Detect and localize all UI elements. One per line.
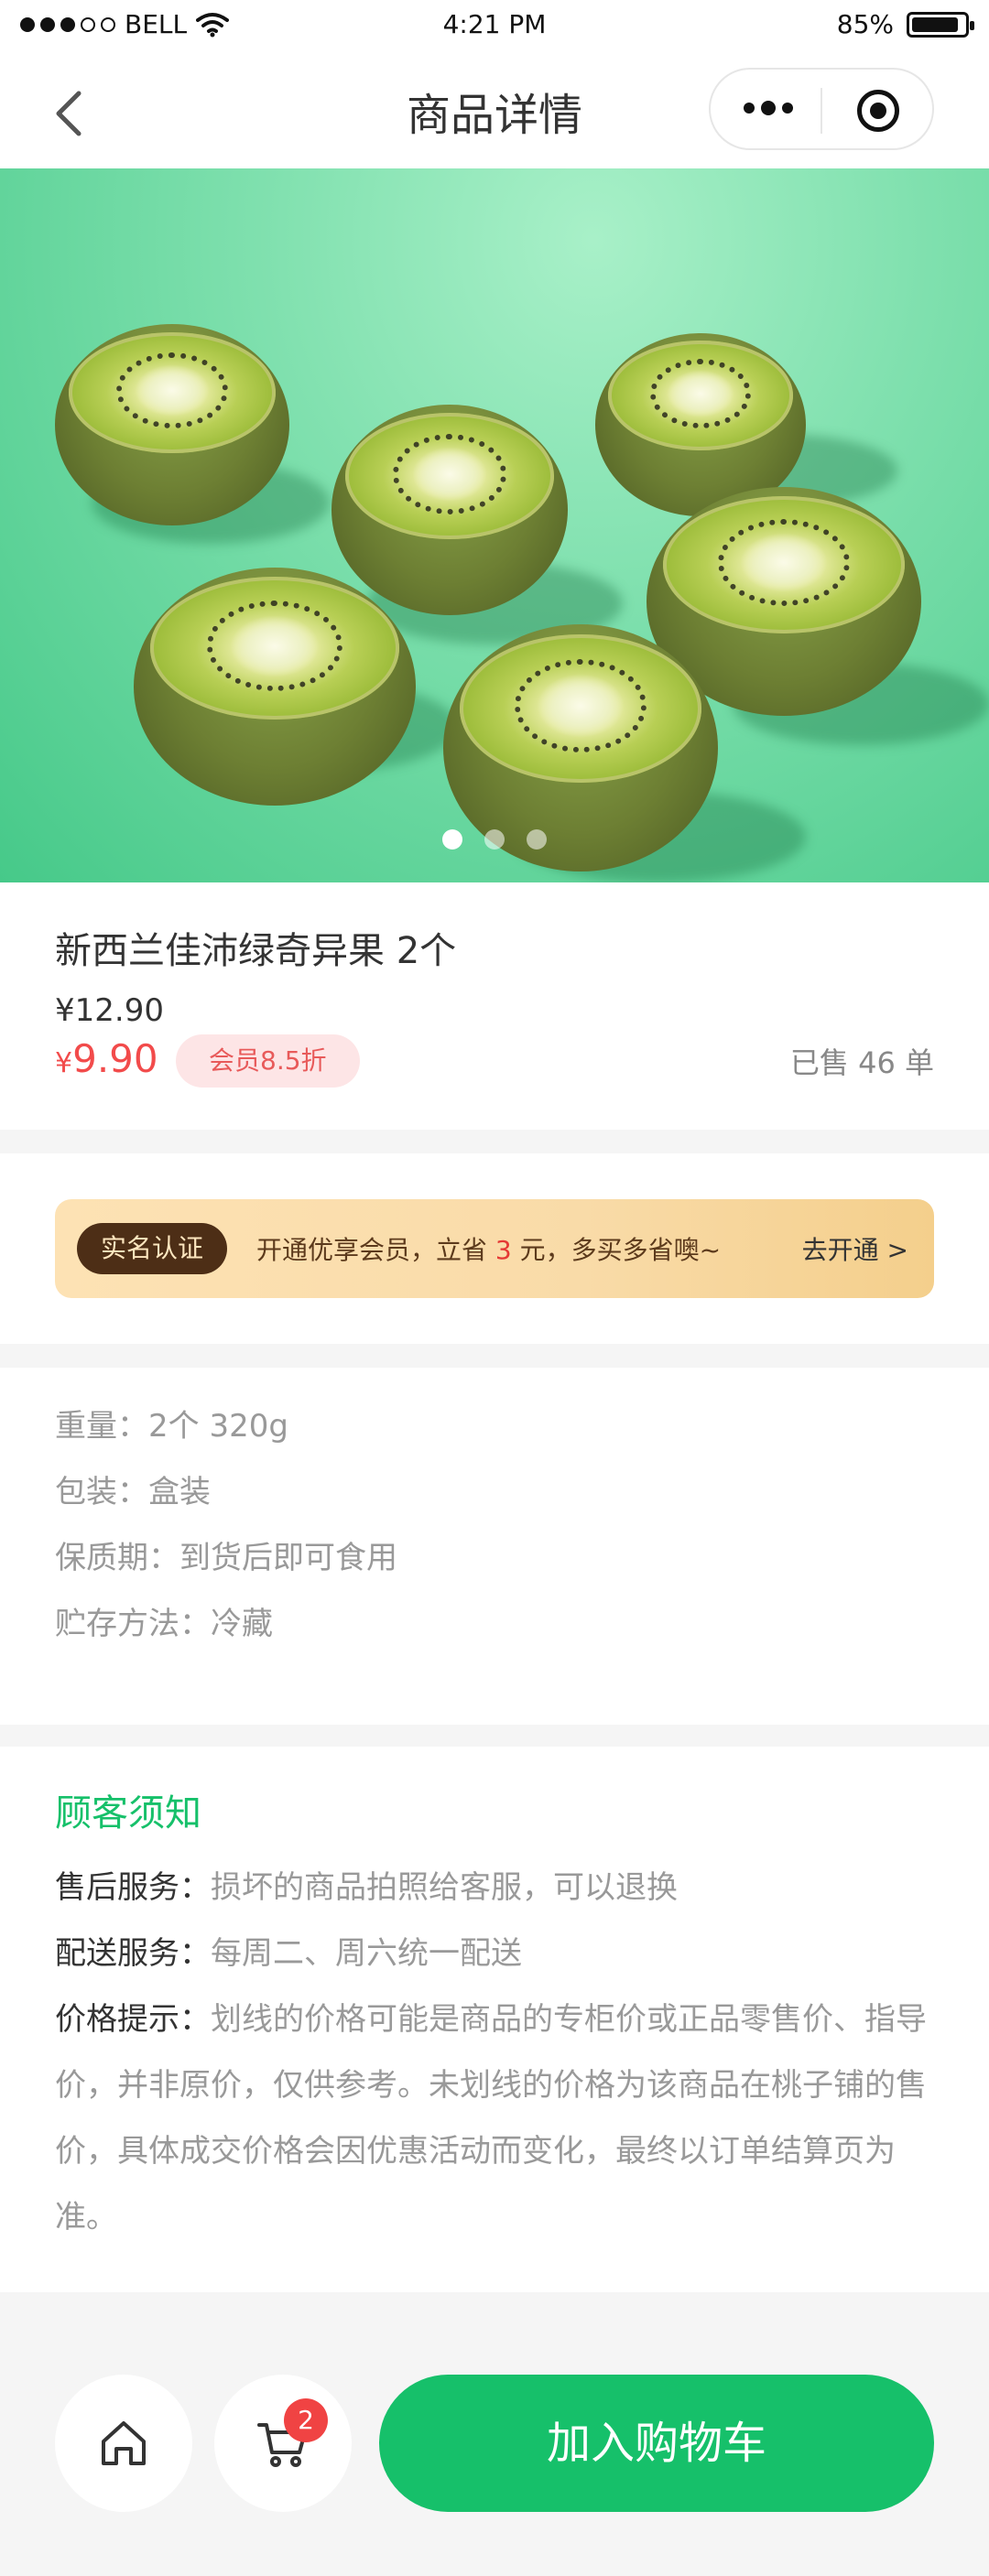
save-amount: 3 bbox=[494, 1235, 512, 1265]
customer-notice: 顾客须知 售后服务：损坏的商品拍照给客服，可以退换 配送服务：每周二、周六统一配… bbox=[0, 1747, 989, 2292]
carousel-dot[interactable] bbox=[442, 829, 462, 850]
kiwi-image bbox=[55, 324, 289, 525]
promo-text: 开通优享会员，立省 3 元，多买多省噢~ bbox=[256, 1235, 722, 1265]
original-price: ¥12.90 bbox=[55, 992, 164, 1029]
notice-price-tips: 价格提示：划线的价格可能是商品的专柜价或正品零售价、指导价，并非原价，仅供参考。… bbox=[55, 2001, 927, 2235]
cart-button[interactable]: 2 bbox=[214, 2375, 352, 2512]
battery-icon bbox=[907, 11, 974, 38]
home-button[interactable] bbox=[55, 2375, 192, 2512]
notice-after-sales: 售后服务：损坏的商品拍照给客服，可以退换 bbox=[55, 1869, 678, 1906]
carousel-dot[interactable] bbox=[484, 829, 505, 850]
kiwi-image bbox=[134, 568, 416, 806]
nav-bar: 商品详情 bbox=[0, 51, 989, 168]
carousel-indicators bbox=[0, 829, 989, 850]
spec-storage: 贮存方法：冷藏 bbox=[55, 1606, 273, 1642]
home-icon bbox=[102, 2421, 146, 2465]
status-bar: BELL 4:21 PM 85% bbox=[0, 0, 989, 51]
member-discount-badge: 会员8.5折 bbox=[176, 1034, 360, 1088]
battery-percent: 85% bbox=[836, 9, 894, 39]
notice-title: 顾客须知 bbox=[55, 1792, 201, 1835]
mini-program-capsule bbox=[709, 68, 934, 150]
close-target-icon[interactable] bbox=[857, 90, 899, 132]
add-to-cart-button[interactable]: 加入购物车 bbox=[379, 2375, 934, 2512]
price-value: 9.90 bbox=[72, 1036, 158, 1081]
notice-delivery: 配送服务：每周二、周六统一配送 bbox=[55, 1935, 522, 1972]
capsule-divider bbox=[821, 88, 822, 134]
currency-symbol: ¥ bbox=[55, 1047, 73, 1079]
product-image-carousel[interactable] bbox=[0, 168, 989, 882]
membership-promo-banner[interactable]: 实名认证 开通优享会员，立省 3 元，多买多省噢~ 去开通 > bbox=[55, 1199, 934, 1298]
product-info-card: 新西兰佳沛绿奇异果 2个 ¥12.90 ¥9.90 会员8.5折 已售 46 单 bbox=[0, 882, 989, 1130]
spec-shelf-life: 保质期：到货后即可食用 bbox=[55, 1540, 397, 1576]
promo-card: 实名认证 开通优享会员，立省 3 元，多买多省噢~ 去开通 > bbox=[0, 1153, 989, 1344]
current-price: ¥9.90 bbox=[55, 1036, 158, 1081]
carousel-dot[interactable] bbox=[527, 829, 547, 850]
kiwi-image bbox=[331, 405, 568, 615]
real-name-badge: 实名认证 bbox=[77, 1223, 228, 1274]
spec-package: 包装：盒装 bbox=[55, 1474, 211, 1510]
sold-count: 已售 46 单 bbox=[789, 1045, 934, 1080]
cart-count-badge: 2 bbox=[284, 2398, 328, 2442]
product-specs: 重量：2个 320g 包装：盒装 保质期：到货后即可食用 贮存方法：冷藏 bbox=[0, 1368, 989, 1725]
spec-weight: 重量：2个 320g bbox=[55, 1408, 288, 1445]
product-name: 新西兰佳沛绿奇异果 2个 bbox=[55, 930, 457, 972]
activate-link[interactable]: 去开通 > bbox=[802, 1230, 908, 1267]
battery-area: 85% bbox=[836, 9, 974, 39]
more-icon[interactable] bbox=[744, 101, 793, 115]
bottom-action-bar: 2 加入购物车 bbox=[0, 2292, 989, 2576]
